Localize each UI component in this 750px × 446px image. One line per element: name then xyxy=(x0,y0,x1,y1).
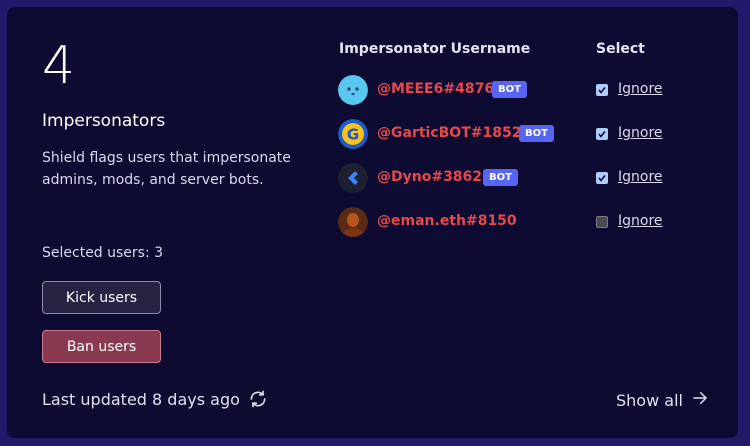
card-title: Impersonators xyxy=(42,111,166,131)
bot-badge: BOT xyxy=(492,81,527,98)
select-checkbox[interactable] xyxy=(596,128,608,140)
refresh-icon[interactable] xyxy=(248,389,268,409)
gartic-avatar-icon: G xyxy=(338,119,368,149)
ignore-link[interactable]: Ignore xyxy=(618,169,663,185)
username: @eman.eth#8150 xyxy=(377,213,517,229)
username: @MEEE6#4876 xyxy=(377,81,495,97)
select-column-header: Select xyxy=(596,41,645,57)
card-description: Shield flags users that impersonate admi… xyxy=(42,150,291,188)
bot-badge: BOT xyxy=(483,169,518,186)
selected-users-count: Selected users: 3 xyxy=(42,245,164,261)
table-row: G @GarticBOT#1852 BOT Ignore xyxy=(338,119,698,149)
arrow-right-icon xyxy=(691,389,709,411)
user-avatar-icon xyxy=(338,207,368,237)
bot-badge: BOT xyxy=(519,125,554,142)
select-checkbox[interactable] xyxy=(596,172,608,184)
show-all-link[interactable]: Show all xyxy=(616,389,709,411)
show-all-text: Show all xyxy=(616,390,683,410)
select-checkbox[interactable] xyxy=(596,216,608,228)
impersonator-count: 4 xyxy=(42,36,76,96)
ignore-link[interactable]: Ignore xyxy=(618,125,663,141)
username: @Dyno#3862 xyxy=(377,169,483,185)
svg-text:G: G xyxy=(347,126,359,144)
meee6-avatar-icon xyxy=(338,75,368,105)
ignore-link[interactable]: Ignore xyxy=(618,81,663,97)
username: @GarticBOT#1852 xyxy=(377,125,522,141)
username-column-header: Impersonator Username xyxy=(339,41,531,57)
table-row: @eman.eth#8150 Ignore xyxy=(338,207,698,237)
kick-users-button[interactable]: Kick users xyxy=(42,281,161,314)
ignore-link[interactable]: Ignore xyxy=(618,213,663,229)
table-row: @Dyno#3862 BOT Ignore xyxy=(338,163,698,193)
last-updated-text: Last updated 8 days ago xyxy=(42,389,240,409)
last-updated: Last updated 8 days ago xyxy=(42,389,268,409)
dyno-avatar-icon xyxy=(338,163,368,193)
impersonators-card: 4 Impersonators Shield flags users that … xyxy=(7,7,738,438)
select-checkbox[interactable] xyxy=(596,84,608,96)
ban-users-button[interactable]: Ban users xyxy=(42,330,161,363)
table-row: @MEEE6#4876 BOT Ignore xyxy=(338,75,698,105)
